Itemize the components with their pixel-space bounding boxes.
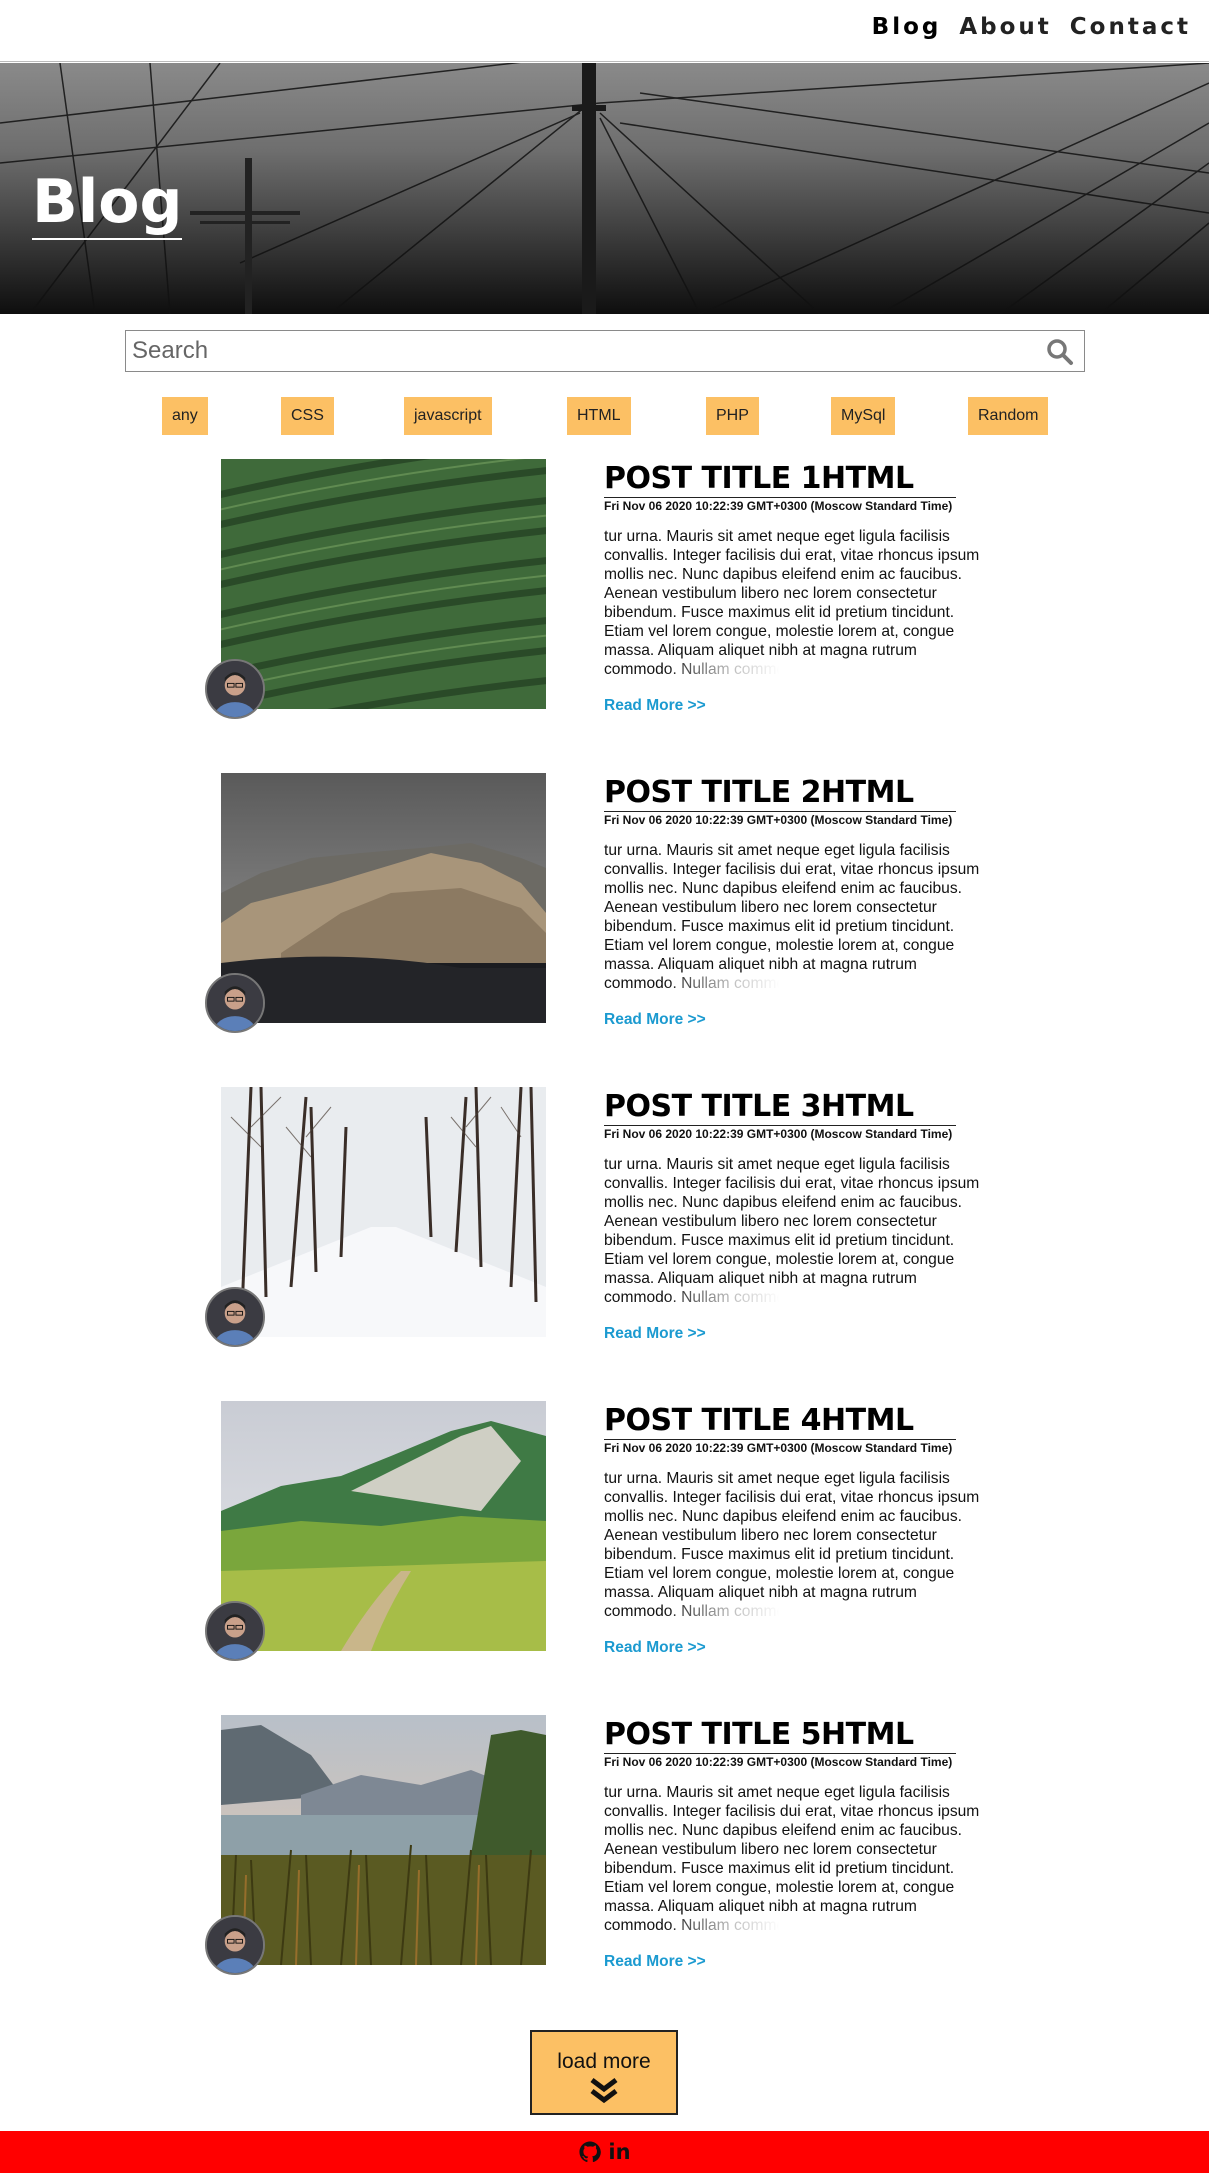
read-more-link[interactable]: Read More >> <box>604 697 706 715</box>
post-date: Fri Nov 06 2020 10:22:39 GMT+0300 (Mosco… <box>604 813 953 827</box>
post-image[interactable] <box>221 1715 546 1965</box>
load-more-button[interactable]: load more <box>530 2030 678 2115</box>
tag-filter-bar: any CSS javascript HTML PHP MySql Random <box>0 397 1209 437</box>
rocky-cliffs-image <box>221 773 546 1023</box>
linkedin-icon[interactable]: in <box>608 2141 630 2163</box>
tag-any[interactable]: any <box>162 397 208 435</box>
post-excerpt: tur urna. Mauris sit amet neque eget lig… <box>604 842 980 992</box>
post-image[interactable] <box>221 1401 546 1651</box>
excerpt-fade <box>604 1916 994 1935</box>
excerpt-fade <box>604 1602 994 1621</box>
excerpt-fade <box>604 1288 994 1307</box>
post-excerpt: tur urna. Mauris sit amet neque eget lig… <box>604 528 980 678</box>
nav-links: Blog About Contact <box>872 14 1191 40</box>
nav-link-contact[interactable]: Contact <box>1070 14 1191 40</box>
excerpt-fade <box>604 974 994 993</box>
post-image[interactable] <box>221 1087 546 1337</box>
search-input[interactable] <box>126 331 1026 371</box>
post-date: Fri Nov 06 2020 10:22:39 GMT+0300 (Mosco… <box>604 1127 953 1141</box>
tea-plantation-image <box>221 459 546 709</box>
load-more-label: load more <box>557 2050 651 2073</box>
post-date: Fri Nov 06 2020 10:22:39 GMT+0300 (Mosco… <box>604 1441 953 1455</box>
post-date: Fri Nov 06 2020 10:22:39 GMT+0300 (Mosco… <box>604 1755 953 1769</box>
post-card: POST TITLE 2HTML Fri Nov 06 2020 10:22:3… <box>0 773 1209 1033</box>
hero-title: Blog <box>32 171 183 240</box>
search-bar <box>125 330 1085 372</box>
post-excerpt: tur urna. Mauris sit amet neque eget lig… <box>604 1470 980 1620</box>
read-more-link[interactable]: Read More >> <box>604 1325 706 1343</box>
author-avatar[interactable] <box>205 1287 265 1347</box>
post-date: Fri Nov 06 2020 10:22:39 GMT+0300 (Mosco… <box>604 499 953 513</box>
footer: in <box>0 2131 1209 2173</box>
author-avatar[interactable] <box>205 1915 265 1975</box>
author-avatar[interactable] <box>205 659 265 719</box>
nav-link-blog[interactable]: Blog <box>872 14 942 40</box>
top-nav: Blog About Contact <box>0 0 1209 62</box>
search-icon[interactable] <box>1046 338 1074 366</box>
post-card: POST TITLE 1HTML Fri Nov 06 2020 10:22:3… <box>0 459 1209 719</box>
tag-php[interactable]: PHP <box>706 397 759 435</box>
post-card: POST TITLE 4HTML Fri Nov 06 2020 10:22:3… <box>0 1401 1209 1661</box>
double-chevron-down-icon <box>590 2078 618 2104</box>
tag-random[interactable]: Random <box>968 397 1049 435</box>
excerpt-fade <box>604 660 994 679</box>
lake-reeds-image <box>221 1715 546 1965</box>
tag-html[interactable]: HTML <box>567 397 631 435</box>
read-more-link[interactable]: Read More >> <box>604 1011 706 1029</box>
post-title[interactable]: POST TITLE 2HTML <box>604 775 956 812</box>
post-excerpt: tur urna. Mauris sit amet neque eget lig… <box>604 1784 980 1934</box>
author-avatar[interactable] <box>205 1601 265 1661</box>
post-title[interactable]: POST TITLE 4HTML <box>604 1403 956 1440</box>
snowy-road-image <box>221 1087 546 1337</box>
post-card: POST TITLE 5HTML Fri Nov 06 2020 10:22:3… <box>0 1715 1209 1975</box>
tag-css[interactable]: CSS <box>281 397 334 435</box>
post-title[interactable]: POST TITLE 5HTML <box>604 1717 956 1754</box>
hero-banner: Blog <box>0 63 1209 314</box>
read-more-link[interactable]: Read More >> <box>604 1953 706 1971</box>
github-icon[interactable] <box>578 2141 601 2163</box>
post-card: POST TITLE 3HTML Fri Nov 06 2020 10:22:3… <box>0 1087 1209 1347</box>
author-avatar[interactable] <box>205 973 265 1033</box>
mountain-meadow-image <box>221 1401 546 1651</box>
post-image[interactable] <box>221 773 546 1023</box>
read-more-link[interactable]: Read More >> <box>604 1639 706 1657</box>
post-title[interactable]: POST TITLE 1HTML <box>604 461 956 498</box>
tag-mysql[interactable]: MySql <box>831 397 896 435</box>
tag-javascript[interactable]: javascript <box>404 397 492 435</box>
post-image[interactable] <box>221 459 546 709</box>
nav-link-about[interactable]: About <box>959 14 1051 40</box>
post-title[interactable]: POST TITLE 3HTML <box>604 1089 956 1126</box>
post-excerpt: tur urna. Mauris sit amet neque eget lig… <box>604 1156 980 1306</box>
